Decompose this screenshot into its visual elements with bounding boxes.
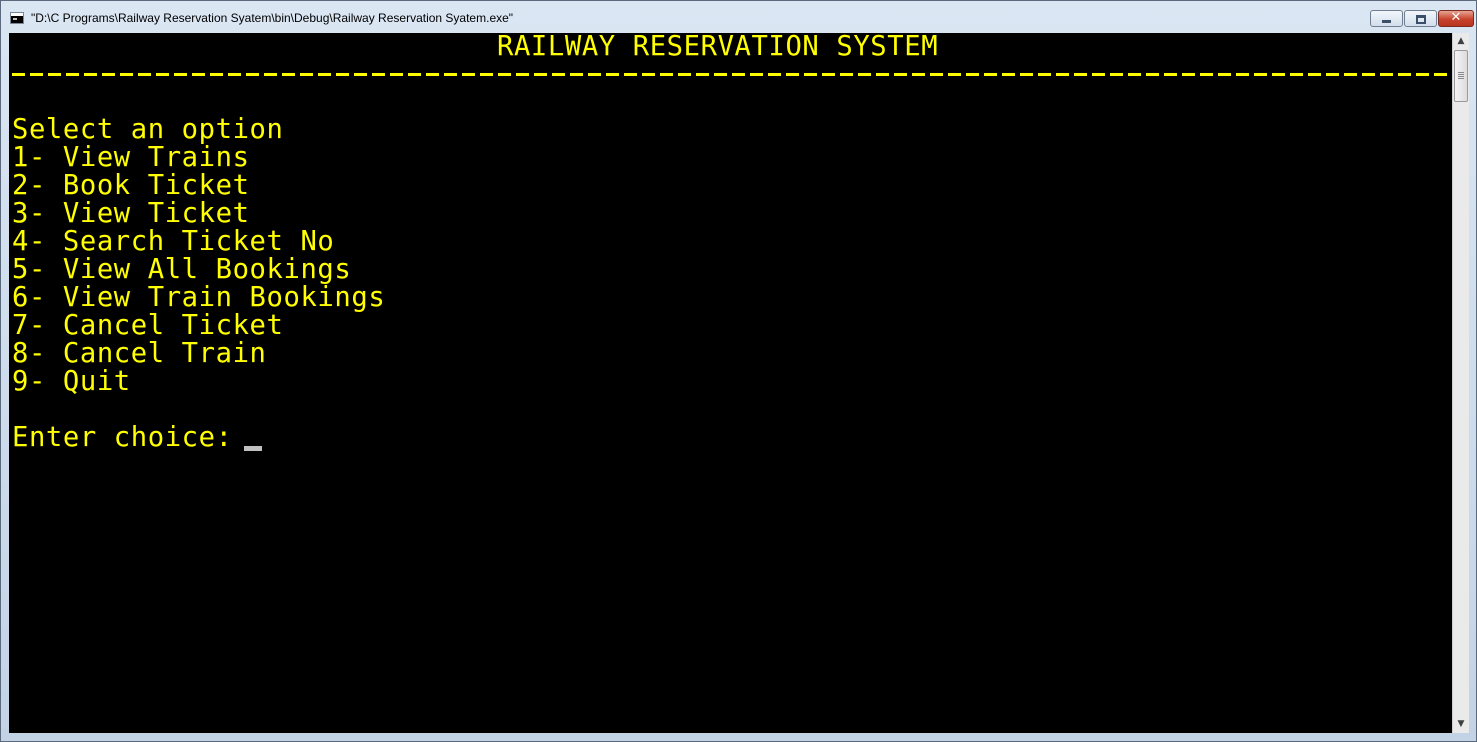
close-button[interactable]: ✕	[1438, 10, 1474, 27]
menu-option-cancel-ticket: 7- Cancel Ticket	[12, 310, 284, 341]
console-app-icon[interactable]	[10, 12, 24, 24]
header-divider	[12, 59, 1452, 87]
menu-option-view-train-bookings: 6- View Train Bookings	[12, 282, 386, 313]
vertical-scrollbar[interactable]: ▲ ▼	[1452, 33, 1469, 733]
caption-buttons: ✕	[1370, 10, 1475, 28]
scroll-thumb[interactable]	[1454, 50, 1468, 102]
menu-option-view-ticket: 3- View Ticket	[12, 198, 250, 229]
app-header: RAILWAY RESERVATION SYSTEM	[497, 33, 939, 62]
window-title: "D:\C Programs\Railway Reservation Syate…	[31, 11, 514, 25]
grip-icon	[1458, 72, 1464, 79]
choice-prompt[interactable]: Enter choice:	[12, 424, 233, 452]
close-icon: ✕	[1450, 10, 1462, 25]
console-window: "D:\C Programs\Railway Reservation Syate…	[0, 0, 1477, 742]
title-bar[interactable]: "D:\C Programs\Railway Reservation Syate…	[1, 1, 1476, 33]
scroll-down-icon[interactable]: ▼	[1453, 716, 1469, 733]
menu-option-search-ticket-no: 4- Search Ticket No	[12, 226, 335, 257]
maximize-button[interactable]	[1404, 10, 1437, 27]
menu-heading: Select an option	[12, 114, 284, 145]
menu-option-view-trains: 1- View Trains	[12, 142, 250, 173]
menu-option-quit: 9- Quit	[12, 366, 131, 397]
menu-option-book-ticket: 2- Book Ticket	[12, 170, 250, 201]
scroll-up-icon[interactable]: ▲	[1453, 33, 1469, 50]
text-cursor	[244, 446, 262, 451]
minimize-button[interactable]	[1370, 10, 1403, 27]
console-output[interactable]: RAILWAY RESERVATION SYSTEM Select an opt…	[9, 33, 1452, 733]
menu-option-cancel-train: 8- Cancel Train	[12, 338, 267, 369]
menu-option-view-all-bookings: 5- View All Bookings	[12, 254, 352, 285]
